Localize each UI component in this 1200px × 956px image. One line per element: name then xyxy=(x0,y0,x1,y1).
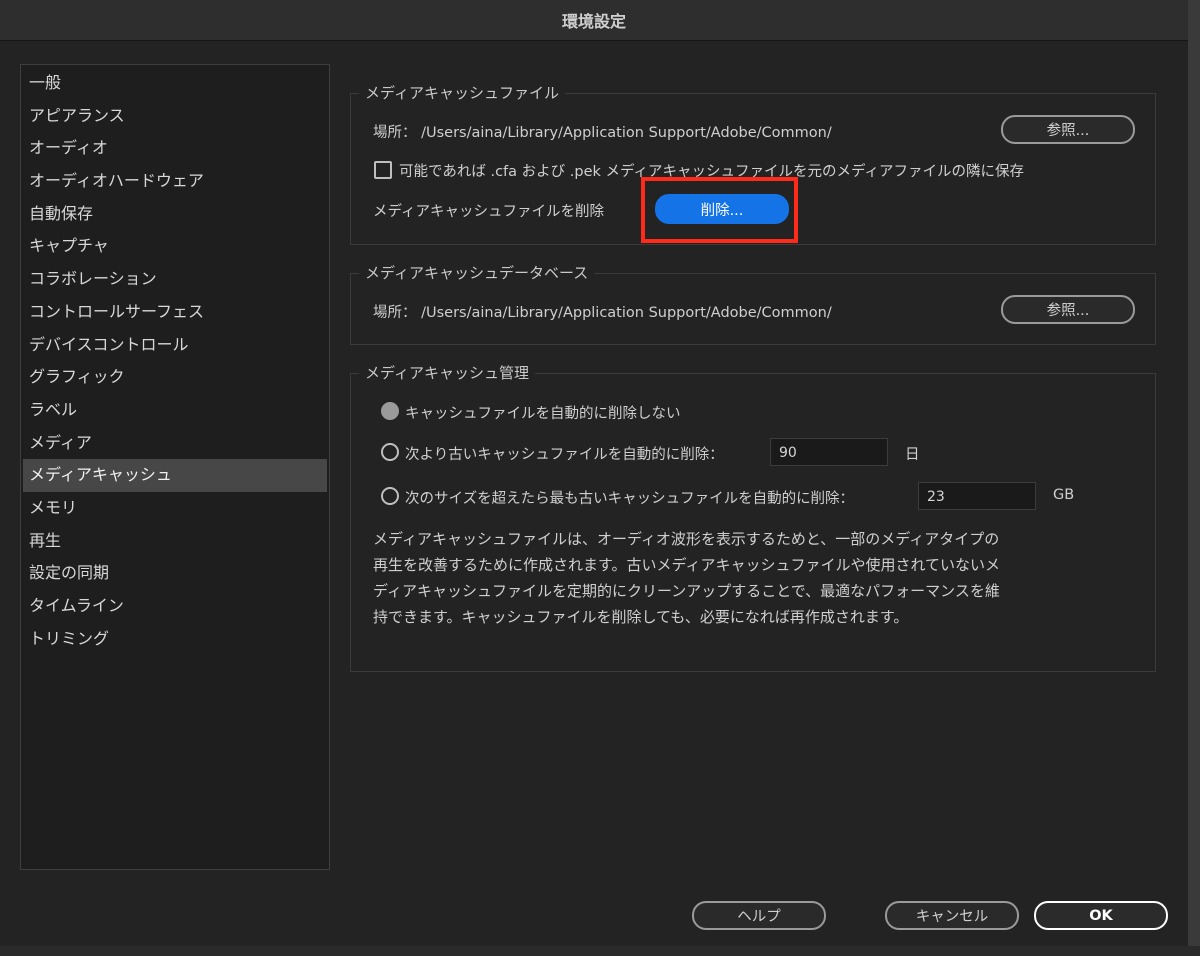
sidebar-item[interactable]: 再生 xyxy=(21,525,329,558)
help-button[interactable]: ヘルプ xyxy=(692,901,826,930)
ok-button[interactable]: OK xyxy=(1034,901,1168,930)
radio-delete-older[interactable] xyxy=(381,443,399,461)
sidebar-item[interactable]: コントロールサーフェス xyxy=(21,296,329,329)
help-button-label: ヘルプ xyxy=(737,909,781,925)
sidebar-item[interactable]: メディア xyxy=(21,427,329,460)
sidebar-item[interactable]: メディアキャッシュ xyxy=(23,459,327,492)
title-bar: 環境設定 xyxy=(0,0,1188,41)
cancel-button[interactable]: キャンセル xyxy=(885,901,1019,930)
browse-button-label: 参照... xyxy=(1046,303,1090,319)
days-unit-label: 日 xyxy=(905,447,920,463)
sidebar-item[interactable]: 自動保存 xyxy=(21,198,329,231)
group-title: メディアキャッシュファイル xyxy=(359,82,565,103)
option-delete-older-label: 次より古いキャッシュファイルを自動的に削除： xyxy=(405,447,724,463)
media-cache-management-group: メディアキャッシュ管理 キャッシュファイルを自動的に削除しない 次より古いキャッ… xyxy=(350,362,1156,672)
sidebar-list: 一般 アピアランス オーディオ オーディオハードウェア 自動保存 キャプチャ コラボレーショ… xyxy=(21,65,329,655)
location-path: /Users/aina/Library/Application Support/… xyxy=(421,305,832,321)
sidebar-item[interactable]: トリミング xyxy=(21,623,329,656)
radio-never-delete[interactable] xyxy=(381,402,399,420)
group-title: メディアキャッシュデータベース xyxy=(359,262,595,283)
days-input[interactable]: 90 xyxy=(770,438,888,466)
sidebar-item[interactable]: タイムライン xyxy=(21,590,329,623)
sidebar-item[interactable]: ラベル xyxy=(21,394,329,427)
sidebar-item[interactable]: キャプチャ xyxy=(21,230,329,263)
sidebar-item[interactable]: オーディオハードウェア xyxy=(21,165,329,198)
sidebar-item[interactable]: メモリ xyxy=(21,492,329,525)
preferences-dialog: 環境設定 一般 アピアランス オーディオ オーディオハードウェア 自動保存 キャプチャ コラ… xyxy=(0,0,1188,946)
background-window-bottom xyxy=(0,946,1200,956)
delete-cache-files-label: メディアキャッシュファイルを削除 xyxy=(373,204,604,220)
radio-delete-by-size[interactable] xyxy=(381,487,399,505)
ok-button-label: OK xyxy=(1089,907,1113,924)
browse-button-label: 参照... xyxy=(1046,123,1090,139)
save-next-to-media-checkbox[interactable] xyxy=(374,161,392,179)
sidebar-item[interactable]: デバイスコントロール xyxy=(21,329,329,362)
location-label: 場所： xyxy=(373,305,417,321)
background-window-edge xyxy=(1188,0,1200,956)
size-unit-label: GB xyxy=(1053,487,1075,503)
media-cache-database-group: メディアキャッシュデータベース 場所： /Users/aina/Library/… xyxy=(350,262,1156,345)
cancel-button-label: キャンセル xyxy=(915,909,989,925)
cache-database-location: 場所： /Users/aina/Library/Application Supp… xyxy=(373,301,832,322)
size-input[interactable]: 23 xyxy=(918,482,1036,510)
media-cache-files-group: メディアキャッシュファイル 場所： /Users/aina/Library/Ap… xyxy=(350,82,1156,245)
location-path: /Users/aina/Library/Application Support/… xyxy=(421,125,832,141)
cache-database-browse-button[interactable]: 参照... xyxy=(1001,295,1135,324)
cache-files-location: 場所： /Users/aina/Library/Application Supp… xyxy=(373,121,832,142)
preferences-sidebar: 一般 アピアランス オーディオ オーディオハードウェア 自動保存 キャプチャ コラボレーショ… xyxy=(20,64,330,870)
delete-cache-files-button[interactable]: 削除... xyxy=(655,194,789,224)
sidebar-item[interactable]: グラフィック xyxy=(21,361,329,394)
sidebar-item[interactable]: オーディオ xyxy=(21,132,329,165)
option-delete-by-size-label: 次のサイズを超えたら最も古いキャッシュファイルを自動的に削除： xyxy=(405,491,855,507)
sidebar-item[interactable]: アピアランス xyxy=(21,100,329,133)
cache-files-browse-button[interactable]: 参照... xyxy=(1001,115,1135,144)
delete-button-label: 削除... xyxy=(700,202,744,219)
window-title: 環境設定 xyxy=(561,12,626,31)
sidebar-item[interactable]: 設定の同期 xyxy=(21,557,329,590)
option-never-delete-label: キャッシュファイルを自動的に削除しない xyxy=(405,406,681,422)
sidebar-item[interactable]: コラボレーション xyxy=(21,263,329,296)
sidebar-item[interactable]: 一般 xyxy=(21,67,329,100)
group-title: メディアキャッシュ管理 xyxy=(359,362,535,383)
location-label: 場所： xyxy=(373,125,417,141)
cache-management-description: メディアキャッシュファイルは、オーディオ波形を表示するためと、一部のメディアタイ… xyxy=(373,530,1001,626)
